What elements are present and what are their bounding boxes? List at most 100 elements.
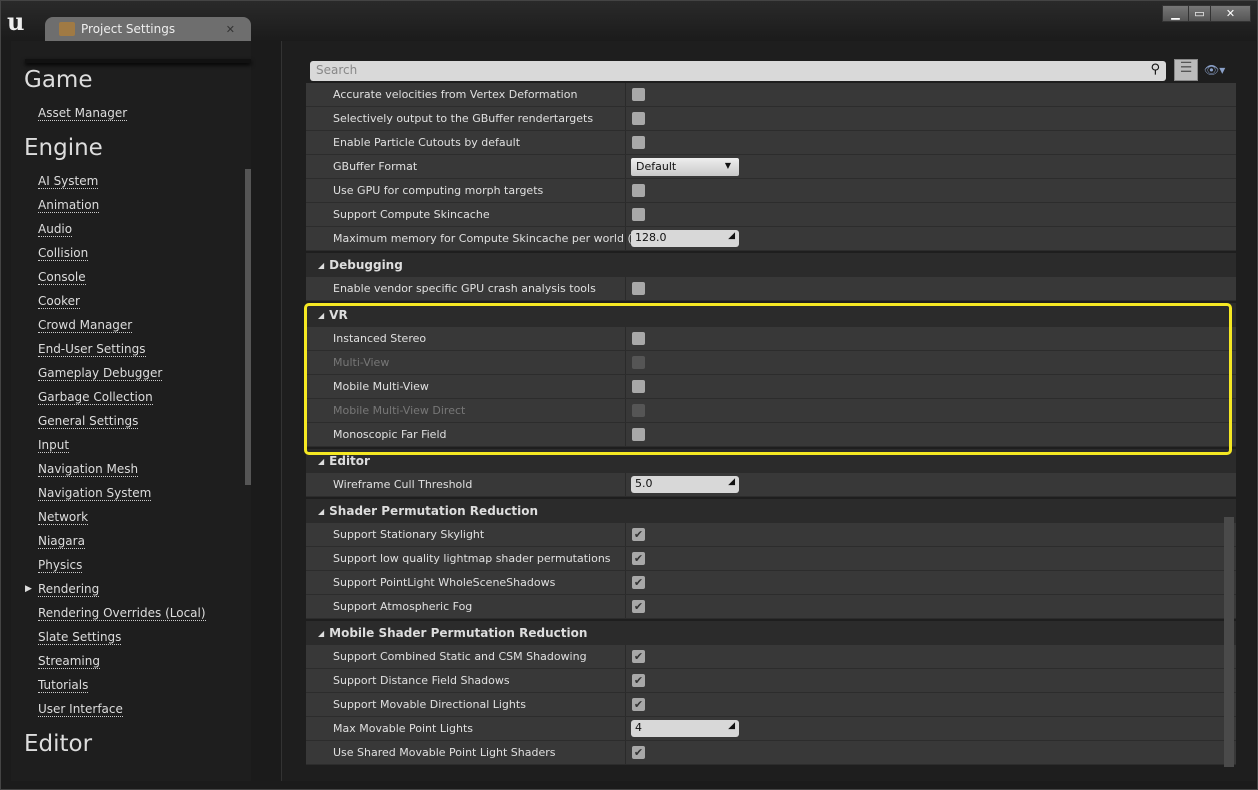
drag-handle-icon[interactable]: ◢	[728, 477, 735, 487]
property-label: Wireframe Cull Threshold	[306, 473, 626, 496]
property-checkbox[interactable]: ✔	[632, 552, 645, 565]
section-header-vr[interactable]: ◢ VR	[306, 303, 1236, 327]
close-button[interactable]: ✕	[1210, 5, 1251, 22]
property-checkbox[interactable]	[632, 184, 645, 197]
property-row: Support PointLight WholeSceneShadows ✔	[306, 571, 1236, 595]
sidebar-item-slate-settings[interactable]: Slate Settings	[38, 630, 122, 645]
collapse-triangle-icon[interactable]: ◢	[318, 457, 324, 466]
drag-handle-icon[interactable]: ◢	[728, 721, 735, 731]
sidebar-item-general-settings[interactable]: General Settings	[38, 414, 139, 429]
main-scrollbar[interactable]	[1224, 517, 1234, 767]
property-checkbox[interactable]	[632, 136, 645, 149]
property-number-input[interactable]: 128.0 ◢	[631, 230, 739, 247]
sidebar-item-navigation-mesh[interactable]: Navigation Mesh	[38, 462, 139, 477]
search-input[interactable]: Search ⚲	[310, 61, 1166, 81]
sidebar-item-end-user-settings[interactable]: End-User Settings	[38, 342, 146, 357]
sidebar-item-gameplay-debugger[interactable]: Gameplay Debugger	[38, 366, 163, 381]
sidebar-item-garbage-collection[interactable]: Garbage Collection	[38, 390, 153, 405]
sidebar-item-streaming[interactable]: Streaming	[38, 654, 100, 669]
settings-panel: Search ⚲ ☰ 👁▾ Accurate velocities from V…	[281, 41, 1256, 781]
section-header-shader-permutation-reduction[interactable]: ◢ Shader Permutation Reduction	[306, 499, 1236, 523]
sidebar-item-rendering[interactable]: Rendering	[38, 582, 100, 597]
property-row: Selectively output to the GBuffer render…	[306, 107, 1236, 131]
property-row: Monoscopic Far Field	[306, 423, 1236, 447]
sidebar-item-crowd-manager[interactable]: Crowd Manager	[38, 318, 133, 333]
view-options-button[interactable]: ☰	[1174, 59, 1198, 81]
property-row: Maximum memory for Compute Skincache per…	[306, 227, 1236, 251]
sidebar-item-tutorials[interactable]: Tutorials	[38, 678, 89, 693]
settings-icon	[59, 22, 75, 36]
property-label: Support Stationary Skylight	[306, 523, 626, 546]
property-checkbox[interactable]	[632, 332, 645, 345]
property-label: Multi-View	[306, 351, 626, 374]
property-label: Max Movable Point Lights	[306, 717, 626, 740]
property-dropdown[interactable]: Default ▼	[631, 157, 739, 176]
property-row: Wireframe Cull Threshold 5.0 ◢	[306, 473, 1236, 497]
property-label: Use GPU for computing morph targets	[306, 179, 626, 202]
property-row: Enable vendor specific GPU crash analysi…	[306, 277, 1236, 301]
sidebar-divider	[25, 59, 251, 63]
collapse-triangle-icon[interactable]: ◢	[318, 311, 324, 320]
sidebar-item-collision[interactable]: Collision	[38, 246, 89, 261]
drag-handle-icon[interactable]: ◢	[728, 231, 735, 241]
section-header-debugging[interactable]: ◢ Debugging	[306, 253, 1236, 277]
property-number-input[interactable]: 4 ◢	[631, 720, 739, 737]
property-row: Enable Particle Cutouts by default	[306, 131, 1236, 155]
sidebar-item-rendering-overrides-local-[interactable]: Rendering Overrides (Local)	[38, 606, 206, 621]
maximize-button[interactable]: ▭	[1188, 5, 1211, 22]
property-checkbox[interactable]: ✔	[632, 528, 645, 541]
sidebar-item-audio[interactable]: Audio	[38, 222, 73, 237]
property-label: Support Compute Skincache	[306, 203, 626, 226]
sidebar-item-asset-manager[interactable]: Asset Manager	[38, 106, 128, 121]
property-label: Enable Particle Cutouts by default	[306, 131, 626, 154]
property-row: Mobile Multi-View	[306, 375, 1236, 399]
sidebar-item-niagara[interactable]: Niagara	[38, 534, 85, 549]
property-row: Support Movable Directional Lights ✔	[306, 693, 1236, 717]
collapse-triangle-icon[interactable]: ◢	[318, 261, 324, 270]
sidebar-item-physics[interactable]: Physics	[38, 558, 83, 573]
property-label: Mobile Multi-View Direct	[306, 399, 626, 422]
collapse-triangle-icon[interactable]: ◢	[318, 507, 324, 516]
sidebar-item-input[interactable]: Input	[38, 438, 70, 453]
sidebar-section-engine: Engine	[24, 135, 103, 161]
property-checkbox[interactable]	[632, 282, 645, 295]
property-checkbox[interactable]	[632, 428, 645, 441]
minimize-button[interactable]: ▁	[1162, 5, 1189, 22]
property-checkbox[interactable]: ✔	[632, 650, 645, 663]
property-checkbox[interactable]: ✔	[632, 576, 645, 589]
sidebar-item-user-interface[interactable]: User Interface	[38, 702, 123, 717]
property-row: Mobile Multi-View Direct	[306, 399, 1236, 423]
property-row: Support Compute Skincache	[306, 203, 1236, 227]
property-label: Maximum memory for Compute Skincache per…	[306, 227, 653, 250]
sidebar-item-animation[interactable]: Animation	[38, 198, 100, 213]
sidebar-item-cooker[interactable]: Cooker	[38, 294, 80, 309]
sidebar-item-network[interactable]: Network	[38, 510, 89, 525]
property-checkbox[interactable]: ✔	[632, 746, 645, 759]
visibility-eye-icon[interactable]: 👁▾	[1204, 63, 1225, 77]
sidebar-section-editor: Editor	[24, 731, 93, 757]
property-checkbox[interactable]: ✔	[632, 698, 645, 711]
property-number-input[interactable]: 5.0 ◢	[631, 476, 739, 493]
section-header-editor[interactable]: ◢ Editor	[306, 449, 1236, 473]
search-icon: ⚲	[1150, 62, 1160, 77]
property-row: Instanced Stereo	[306, 327, 1236, 351]
sidebar-item-ai-system[interactable]: AI System	[38, 174, 99, 189]
property-checkbox[interactable]: ✔	[632, 600, 645, 613]
sidebar-item-console[interactable]: Console	[38, 270, 86, 285]
property-checkbox[interactable]	[632, 88, 645, 101]
dropdown-value: Default	[636, 159, 677, 173]
property-checkbox[interactable]	[632, 208, 645, 221]
section-header-mobile-shader-permutation-reduction[interactable]: ◢ Mobile Shader Permutation Reduction	[306, 621, 1236, 645]
settings-sidebar: Game Asset Manager Engine AI System Animatio…	[11, 41, 251, 781]
sidebar-item-navigation-system[interactable]: Navigation System	[38, 486, 152, 501]
property-row: Support Distance Field Shadows ✔	[306, 669, 1236, 693]
property-checkbox[interactable]	[632, 112, 645, 125]
collapse-triangle-icon[interactable]: ◢	[318, 629, 324, 638]
property-checkbox[interactable]: ✔	[632, 674, 645, 687]
sidebar-scrollbar[interactable]	[245, 169, 251, 485]
close-tab-icon[interactable]: ✕	[226, 23, 235, 36]
expand-arrow-icon[interactable]: ▶	[25, 584, 32, 594]
property-checkbox[interactable]	[632, 380, 645, 393]
tab-project-settings[interactable]: Project Settings ✕	[45, 17, 251, 41]
property-label: GBuffer Format	[306, 155, 626, 178]
